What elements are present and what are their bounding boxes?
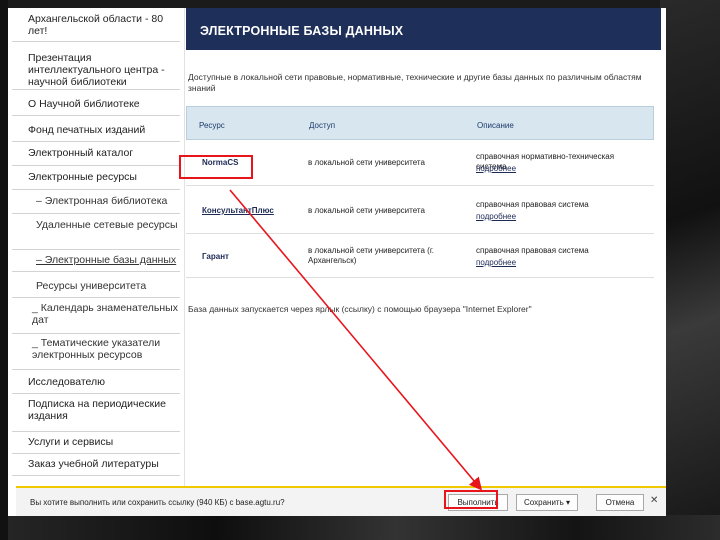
arrow-line [229, 189, 483, 491]
annotation-arrow [229, 189, 483, 491]
